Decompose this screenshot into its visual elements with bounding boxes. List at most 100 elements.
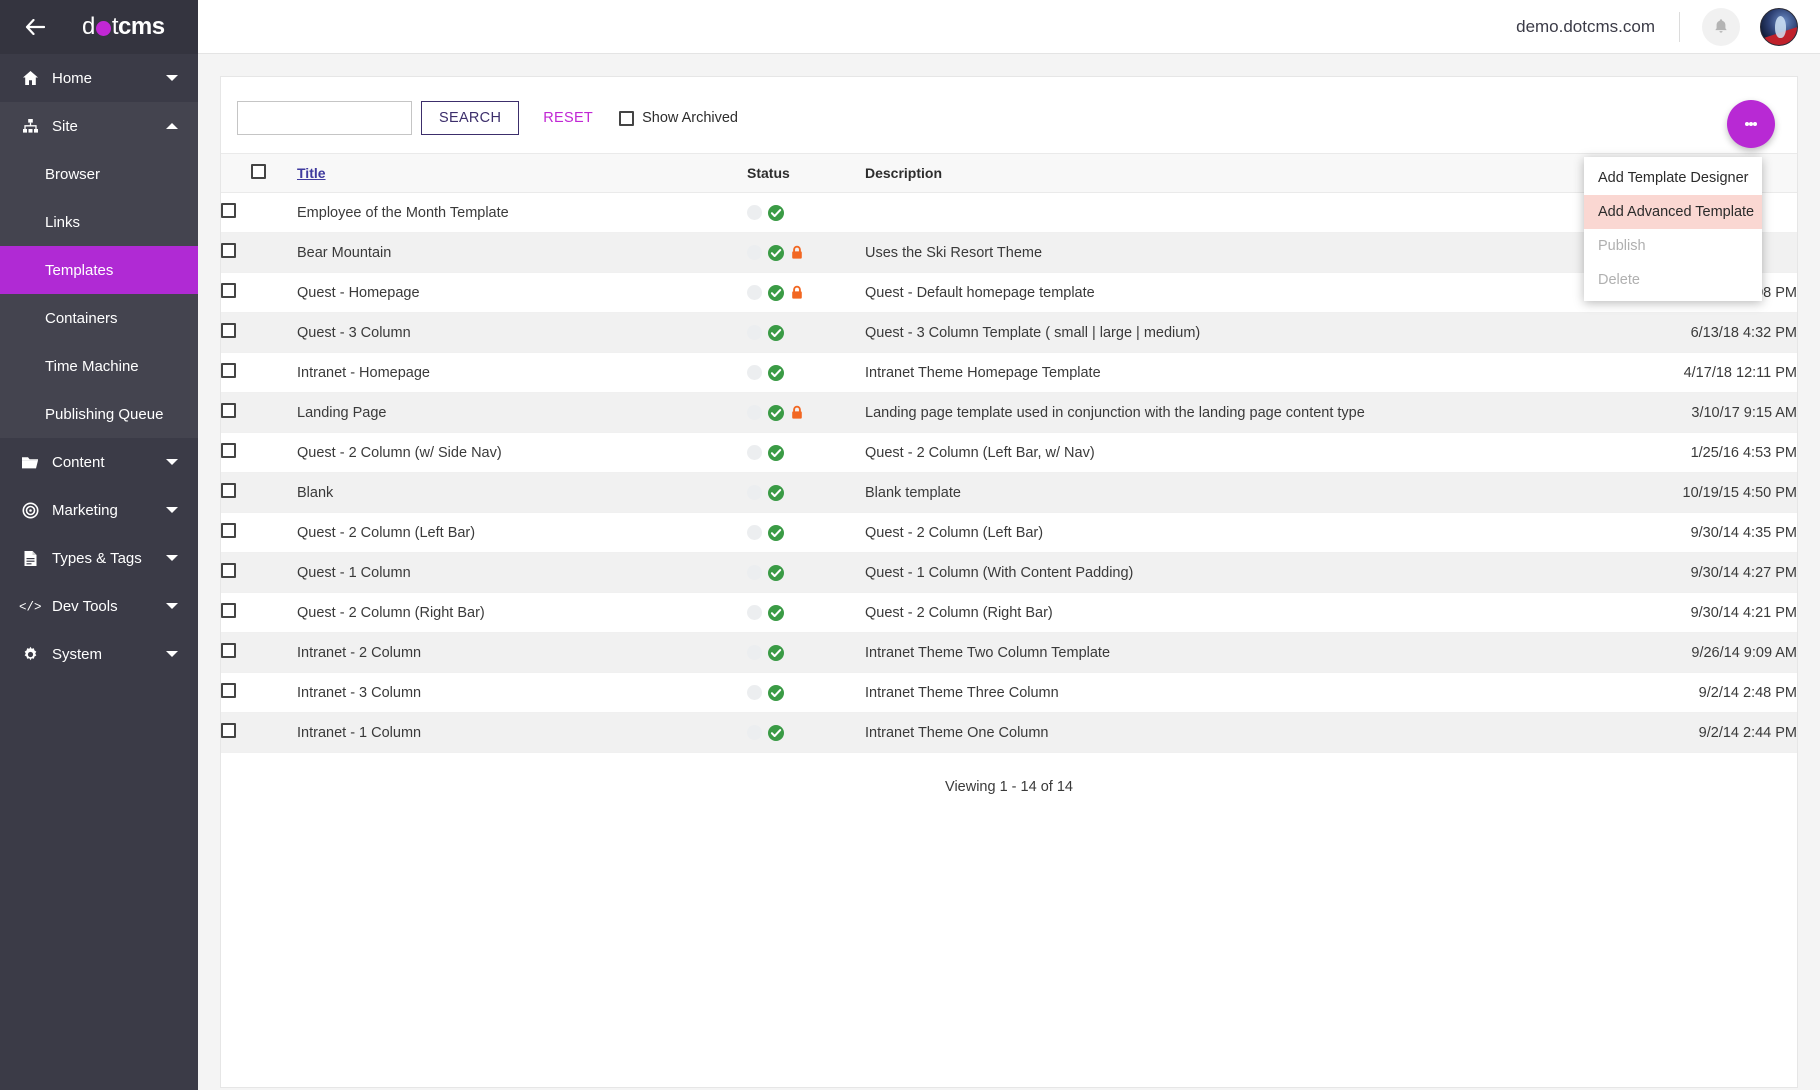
chevron-down-icon[interactable] <box>166 459 178 465</box>
table-row[interactable]: Employee of the Month Template <box>221 193 1797 233</box>
templates-panel: SEARCH RESET Show Archived Add Template … <box>220 76 1798 1088</box>
sidebar-item-dev-tools[interactable]: </>Dev Tools <box>0 582 198 630</box>
table-row[interactable]: Intranet - 1 ColumnIntranet Theme One Co… <box>221 713 1797 753</box>
top-bar: demo.dotcms.com <box>198 0 1820 54</box>
target-icon <box>18 502 42 519</box>
row-description-cell: Quest - Default homepage template <box>865 273 1562 313</box>
row-checkbox[interactable] <box>221 603 236 618</box>
sidebar-nav: HomeSiteBrowserLinksTemplates Containers T… <box>0 54 198 678</box>
row-checkbox[interactable] <box>221 523 236 538</box>
row-select-cell <box>221 633 297 673</box>
sidebar-item-publishing-queue[interactable]: Publishing Queue <box>0 390 198 438</box>
row-select-cell <box>221 673 297 713</box>
chevron-down-icon[interactable] <box>166 555 178 561</box>
table-row[interactable]: Quest - 3 ColumnQuest - 3 Column Templat… <box>221 313 1797 353</box>
row-description-cell: Quest - 1 Column (With Content Padding) <box>865 553 1562 593</box>
row-description-cell: Quest - 2 Column (Right Bar) <box>865 593 1562 633</box>
fab-dot-3 <box>1753 122 1757 126</box>
row-date-cell: 3/10/17 9:15 AM <box>1562 393 1797 433</box>
row-title-cell: Quest - 1 Column <box>297 553 747 593</box>
show-archived-checkbox[interactable] <box>619 111 634 126</box>
sidebar-subitem-label: Time Machine <box>45 358 139 375</box>
actions-dropdown-menu: Add Template DesignerAdd Advanced Templa… <box>1584 157 1762 301</box>
table-row[interactable]: Quest - 2 Column (Left Bar)Quest - 2 Col… <box>221 513 1797 553</box>
chevron-down-icon[interactable] <box>166 651 178 657</box>
row-checkbox[interactable] <box>221 203 236 218</box>
row-checkbox[interactable] <box>221 723 236 738</box>
status-badge <box>747 485 865 501</box>
sort-by-title-link[interactable]: Title <box>297 165 326 181</box>
unpublished-dot-icon <box>747 205 762 220</box>
chevron-down-icon[interactable] <box>166 507 178 513</box>
sidebar-item-label: Content <box>52 454 105 471</box>
chevron-down-icon[interactable] <box>166 603 178 609</box>
row-checkbox[interactable] <box>221 243 236 258</box>
lock-icon <box>790 405 804 420</box>
search-button[interactable]: SEARCH <box>421 101 519 135</box>
row-checkbox[interactable] <box>221 363 236 378</box>
row-date-cell: 9/30/14 4:21 PM <box>1562 593 1797 633</box>
sidebar-item-content[interactable]: Content <box>0 438 198 486</box>
lock-icon <box>790 245 804 260</box>
row-checkbox[interactable] <box>221 323 236 338</box>
search-input[interactable] <box>237 101 412 135</box>
sidebar-item-links[interactable]: Links <box>0 198 198 246</box>
row-select-cell <box>221 273 297 313</box>
table-row[interactable]: Quest - 2 Column (Right Bar)Quest - 2 Co… <box>221 593 1797 633</box>
sidebar-item-types-tags[interactable]: Types & Tags <box>0 534 198 582</box>
menu-item-add-advanced-template[interactable]: Add Advanced Template <box>1584 195 1762 229</box>
row-checkbox[interactable] <box>221 283 236 298</box>
app-root: d t cms HomeSiteBrowserLinksTemplates Con… <box>0 0 1820 1090</box>
user-avatar[interactable] <box>1760 8 1798 46</box>
table-row[interactable]: Quest - 2 Column (w/ Side Nav)Quest - 2 … <box>221 433 1797 473</box>
show-archived-toggle[interactable]: Show Archived <box>619 110 738 126</box>
chevron-down-icon[interactable] <box>166 75 178 81</box>
row-title-cell: Landing Page <box>297 393 747 433</box>
table-row[interactable]: Intranet - HomepageIntranet Theme Homepa… <box>221 353 1797 393</box>
sidebar-subitem-label: Containers <box>45 310 118 327</box>
sidebar-subitem-label: Publishing Queue <box>45 406 163 423</box>
row-checkbox[interactable] <box>221 563 236 578</box>
table-row[interactable]: Bear MountainUses the Ski Resort Theme <box>221 233 1797 273</box>
search-toolbar: SEARCH RESET Show Archived <box>221 77 1797 153</box>
row-checkbox[interactable] <box>221 443 236 458</box>
dotcms-logo[interactable]: d t cms <box>82 13 165 41</box>
sidebar-item-containers[interactable]: Containers <box>0 294 198 342</box>
published-check-icon <box>768 245 784 261</box>
table-row[interactable]: Quest - HomepageQuest - Default homepage… <box>221 273 1797 313</box>
sidebar-item-time-machine[interactable]: Time Machine <box>0 342 198 390</box>
row-status-cell <box>747 713 865 753</box>
row-checkbox[interactable] <box>221 683 236 698</box>
templates-table: Title Status Description Employee of the… <box>221 153 1797 753</box>
svg-text:</>: </> <box>19 601 41 614</box>
unpublished-dot-icon <box>747 485 762 500</box>
status-badge <box>747 605 865 621</box>
select-all-checkbox[interactable] <box>251 164 266 179</box>
sidebar-item-system[interactable]: System <box>0 630 198 678</box>
bell-icon[interactable] <box>1702 8 1740 46</box>
table-row[interactable]: Landing PageLanding page template used i… <box>221 393 1797 433</box>
table-row[interactable]: Intranet - 3 ColumnIntranet Theme Three … <box>221 673 1797 713</box>
sidebar-item-templates[interactable]: Templates <box>0 246 198 294</box>
status-badge <box>747 405 865 421</box>
row-checkbox[interactable] <box>221 403 236 418</box>
sidebar-item-home[interactable]: Home <box>0 54 198 102</box>
row-checkbox[interactable] <box>221 643 236 658</box>
sidebar-item-site[interactable]: Site <box>0 102 198 150</box>
menu-item-add-template-designer[interactable]: Add Template Designer <box>1584 161 1762 195</box>
row-description-cell: Intranet Theme Three Column <box>865 673 1562 713</box>
reset-button[interactable]: RESET <box>543 110 593 126</box>
table-row[interactable]: BlankBlank template10/19/15 4:50 PM <box>221 473 1797 513</box>
back-arrow-icon[interactable] <box>18 10 52 44</box>
row-select-cell <box>221 553 297 593</box>
sidebar-item-marketing[interactable]: Marketing <box>0 486 198 534</box>
sidebar-item-browser[interactable]: Browser <box>0 150 198 198</box>
table-row[interactable]: Quest - 1 Column Quest - 1 Column (With C… <box>221 553 1797 593</box>
sidebar-item-label: System <box>52 646 102 663</box>
row-checkbox[interactable] <box>221 483 236 498</box>
unpublished-dot-icon <box>747 525 762 540</box>
row-status-cell <box>747 433 865 473</box>
table-row[interactable]: Intranet - 2 ColumnIntranet Theme Two Co… <box>221 633 1797 673</box>
chevron-up-icon[interactable] <box>166 123 178 129</box>
more-vertical-icon[interactable] <box>1727 100 1775 148</box>
